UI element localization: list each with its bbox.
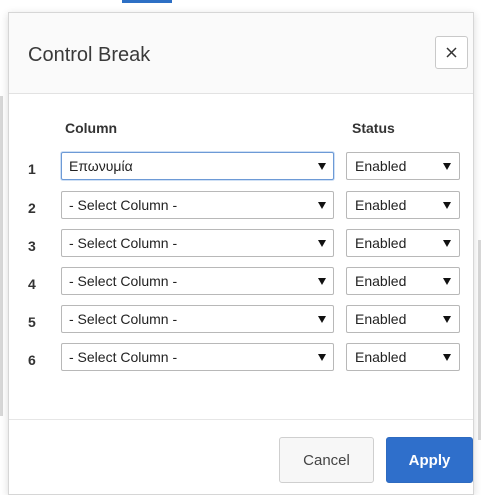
column-select[interactable]: - Select Column - (61, 305, 334, 333)
chevron-down-icon (443, 202, 451, 209)
chevron-down-icon (443, 240, 451, 247)
background-tab-indicator (122, 0, 172, 3)
dialog-title: Control Break (28, 44, 151, 66)
column-select-value: - Select Column - (69, 197, 178, 213)
chevron-down-icon (318, 202, 326, 209)
chevron-down-icon (443, 354, 451, 361)
background-page (0, 0, 481, 12)
close-button[interactable] (435, 36, 468, 69)
dialog-titlebar: Control Break (9, 13, 473, 94)
column-select[interactable]: Επωνυμία (61, 152, 334, 180)
row-number: 3 (28, 238, 36, 254)
status-select[interactable]: Enabled (346, 343, 460, 371)
chevron-down-icon (318, 354, 326, 361)
footer-divider (9, 419, 473, 420)
column-select-value: Επωνυμία (69, 158, 133, 174)
background-edge (0, 96, 3, 416)
status-select-value: Enabled (355, 349, 407, 365)
column-select-value: - Select Column - (69, 311, 178, 327)
control-break-row: 1 Επωνυμία Enabled (9, 148, 473, 186)
status-select[interactable]: Enabled (346, 305, 460, 333)
column-select[interactable]: - Select Column - (61, 267, 334, 295)
control-break-row: 4 - Select Column - Enabled (9, 263, 473, 301)
chevron-down-icon (318, 278, 326, 285)
status-select[interactable]: Enabled (346, 267, 460, 295)
apply-button[interactable]: Apply (386, 437, 473, 483)
column-select-value: - Select Column - (69, 273, 178, 289)
status-select[interactable]: Enabled (346, 152, 460, 180)
status-select-value: Enabled (355, 273, 407, 289)
row-number: 1 (28, 161, 36, 177)
status-select-value: Enabled (355, 158, 407, 174)
chevron-down-icon (443, 316, 451, 323)
cancel-button[interactable]: Cancel (279, 437, 374, 483)
control-break-row: 2 - Select Column - Enabled (9, 187, 473, 225)
status-select-value: Enabled (355, 311, 407, 327)
row-number: 6 (28, 352, 36, 368)
status-header: Status (352, 120, 395, 136)
column-header: Column (65, 120, 118, 136)
chevron-down-icon (318, 316, 326, 323)
chevron-down-icon (318, 240, 326, 247)
column-select-value: - Select Column - (69, 349, 178, 365)
control-break-dialog: Control Break Column Status 1 Επωνυμία E… (8, 12, 474, 495)
column-select-value: - Select Column - (69, 235, 178, 251)
status-select-value: Enabled (355, 235, 407, 251)
status-select-value: Enabled (355, 197, 407, 213)
control-break-row: 6 - Select Column - Enabled (9, 339, 473, 377)
chevron-down-icon (443, 163, 451, 170)
chevron-down-icon (443, 278, 451, 285)
status-select[interactable]: Enabled (346, 191, 460, 219)
row-number: 4 (28, 276, 36, 292)
control-break-row: 3 - Select Column - Enabled (9, 225, 473, 263)
column-select[interactable]: - Select Column - (61, 191, 334, 219)
column-select[interactable]: - Select Column - (61, 343, 334, 371)
control-break-row: 5 - Select Column - Enabled (9, 301, 473, 339)
column-select[interactable]: - Select Column - (61, 229, 334, 257)
close-icon (446, 47, 457, 58)
status-select[interactable]: Enabled (346, 229, 460, 257)
chevron-down-icon (318, 163, 326, 170)
row-number: 5 (28, 314, 36, 330)
row-number: 2 (28, 200, 36, 216)
